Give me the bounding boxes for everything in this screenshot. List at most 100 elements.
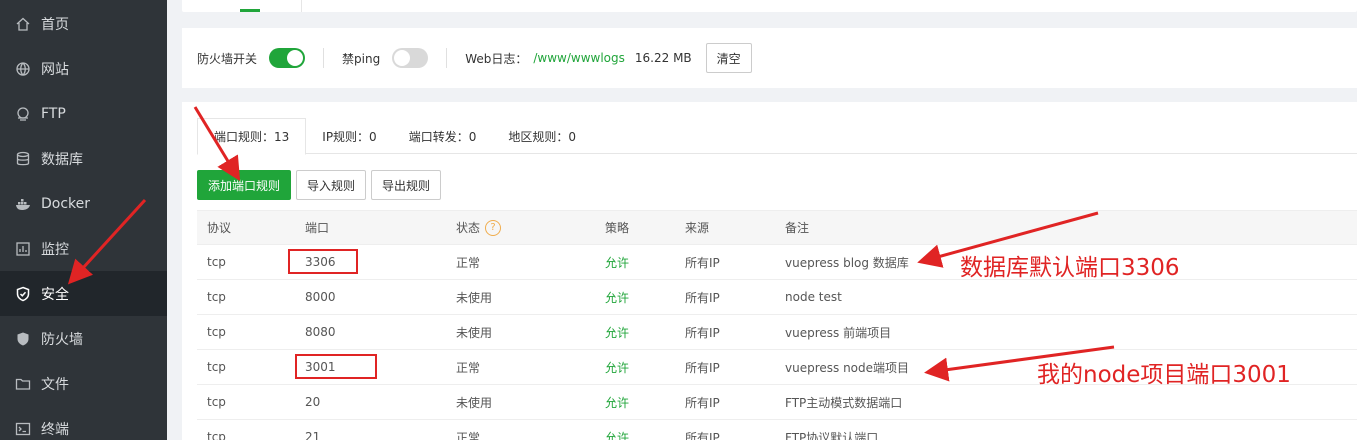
port-rules-table: 协议 端口 状态? 策略 来源 备注 tcp 3306 正常 允许 所有IP v… bbox=[197, 210, 1357, 440]
weblog-size: 16.22 MB bbox=[634, 51, 692, 65]
tab-label: 端口转发：0 bbox=[408, 129, 477, 144]
table-row[interactable]: tcp 21 正常 允许 所有IP FTP协议默认端口 bbox=[197, 420, 1357, 440]
cell-policy[interactable]: 允许 bbox=[595, 429, 675, 440]
active-tab-indicator bbox=[240, 9, 260, 12]
sidebar-item-docker[interactable]: Docker bbox=[0, 181, 167, 226]
divider bbox=[446, 48, 448, 68]
database-icon bbox=[14, 150, 32, 168]
cell-policy[interactable]: 允许 bbox=[595, 254, 675, 271]
cell-protocol: tcp bbox=[207, 430, 226, 440]
cell-note[interactable]: FTP协议默认端口 bbox=[775, 429, 1357, 440]
sidebar-item-ftp[interactable]: FTP bbox=[0, 91, 167, 136]
sidebar-item-files[interactable]: 文件 bbox=[0, 361, 167, 406]
sidebar-item-label: 网站 bbox=[41, 61, 69, 78]
cell-source: 所有IP bbox=[685, 290, 720, 305]
sidebar-item-security[interactable]: 安全 bbox=[0, 271, 167, 316]
sidebar-item-label: Docker bbox=[41, 195, 91, 212]
cell-source: 所有IP bbox=[685, 430, 720, 440]
highlight-box bbox=[288, 249, 358, 274]
terminal-icon bbox=[14, 420, 32, 438]
tab-ip-rules[interactable]: IP规则：0 bbox=[306, 118, 392, 154]
table-row[interactable]: tcp 8000 未使用 允许 所有IP node test bbox=[197, 280, 1357, 315]
cell-protocol: tcp bbox=[207, 255, 226, 269]
sidebar-item-label: 防火墙 bbox=[41, 331, 83, 348]
switch-knob bbox=[394, 50, 411, 66]
cell-policy[interactable]: 允许 bbox=[595, 359, 675, 376]
sidebar-item-terminal[interactable]: 终端 bbox=[0, 406, 167, 440]
sidebar-item-database[interactable]: 数据库 bbox=[0, 136, 167, 181]
cell-status: 正常 bbox=[456, 255, 481, 270]
cell-policy[interactable]: 允许 bbox=[595, 324, 675, 341]
ping-switch[interactable] bbox=[392, 48, 429, 68]
sidebar-item-website[interactable]: 网站 bbox=[0, 46, 167, 91]
firewall-shield-icon bbox=[14, 330, 32, 348]
cell-source: 所有IP bbox=[685, 395, 720, 410]
cell-note[interactable]: node test bbox=[775, 290, 1357, 304]
cell-note[interactable]: FTP主动模式数据端口 bbox=[775, 394, 1357, 411]
cell-note[interactable]: vuepress 前端项目 bbox=[775, 324, 1357, 341]
table-header: 协议 端口 状态? 策略 来源 备注 bbox=[197, 210, 1357, 245]
sidebar-item-label: FTP bbox=[41, 105, 66, 122]
add-port-rule-button[interactable]: 添加端口规则 bbox=[197, 170, 292, 200]
ftp-icon bbox=[14, 105, 32, 123]
tab-label: 地区规则：0 bbox=[508, 129, 576, 144]
highlight-box bbox=[295, 354, 377, 379]
tab-port-forward[interactable]: 端口转发：0 bbox=[393, 118, 493, 154]
switch-knob bbox=[287, 50, 304, 66]
clear-log-button[interactable]: 清空 bbox=[705, 43, 752, 73]
rules-panel: 端口规则：13 IP规则：0 端口转发：0 地区规则：0 添加端口规则 导入规则… bbox=[182, 102, 1357, 440]
shield-icon bbox=[14, 285, 32, 303]
sidebar-item-firewall[interactable]: 防火墙 bbox=[0, 316, 167, 361]
tab-label: 端口规则：13 bbox=[214, 130, 290, 144]
cell-status: 未使用 bbox=[456, 325, 493, 340]
rule-actions: 添加端口规则 导入规则 导出规则 bbox=[197, 170, 446, 200]
table-row[interactable]: tcp 3306 正常 允许 所有IP vuepress blog 数据库 bbox=[197, 245, 1357, 280]
rules-tabs: 端口规则：13 IP规则：0 端口转发：0 地区规则：0 bbox=[197, 118, 1357, 155]
sidebar-item-label: 首页 bbox=[41, 16, 69, 33]
cell-policy[interactable]: 允许 bbox=[595, 289, 675, 306]
sidebar: 首页 网站 FTP 数据库 Docker 监控 安全 防火墙 文件 终端 bbox=[0, 0, 167, 440]
home-icon bbox=[14, 15, 32, 33]
cell-port: 8000 bbox=[305, 290, 336, 304]
sidebar-item-label: 监控 bbox=[41, 241, 69, 258]
export-rules-button[interactable]: 导出规则 bbox=[371, 170, 442, 200]
divider bbox=[301, 0, 302, 12]
sidebar-item-home[interactable]: 首页 bbox=[0, 1, 167, 46]
cell-port: 21 bbox=[305, 430, 321, 440]
globe-icon bbox=[14, 60, 32, 78]
cell-protocol: tcp bbox=[207, 325, 226, 339]
import-rules-button[interactable]: 导入规则 bbox=[296, 170, 367, 200]
cell-protocol: tcp bbox=[207, 395, 226, 409]
cell-policy[interactable]: 允许 bbox=[595, 394, 675, 411]
firewall-switch[interactable] bbox=[269, 48, 306, 68]
column-header: 来源 bbox=[685, 221, 710, 235]
cell-status: 未使用 bbox=[456, 395, 493, 410]
column-header: 协议 bbox=[207, 221, 232, 235]
cell-port: 8080 bbox=[305, 325, 336, 339]
sidebar-item-label: 文件 bbox=[41, 376, 69, 393]
monitor-icon bbox=[14, 240, 32, 258]
cell-source: 所有IP bbox=[685, 360, 720, 375]
sidebar-item-label: 终端 bbox=[41, 421, 69, 438]
table-row[interactable]: tcp 20 未使用 允许 所有IP FTP主动模式数据端口 bbox=[197, 385, 1357, 420]
table-row[interactable]: tcp 8080 未使用 允许 所有IP vuepress 前端项目 bbox=[197, 315, 1357, 350]
cell-source: 所有IP bbox=[685, 255, 720, 270]
cell-status: 未使用 bbox=[456, 290, 493, 305]
folder-icon bbox=[14, 375, 32, 393]
divider bbox=[323, 48, 325, 68]
tab-port-rules[interactable]: 端口规则：13 bbox=[197, 118, 307, 155]
ping-switch-label: 禁ping bbox=[342, 51, 381, 66]
top-tab-strip bbox=[182, 0, 1357, 12]
weblog-path-link[interactable]: /www/wwwlogs bbox=[533, 51, 625, 65]
sidebar-item-label: 安全 bbox=[41, 286, 69, 303]
help-icon[interactable]: ? bbox=[485, 219, 502, 236]
docker-icon bbox=[14, 195, 32, 213]
cell-protocol: tcp bbox=[207, 360, 226, 374]
tab-region-rules[interactable]: 地区规则：0 bbox=[492, 118, 592, 154]
tab-label: IP规则：0 bbox=[322, 129, 377, 144]
sidebar-item-monitor[interactable]: 监控 bbox=[0, 226, 167, 271]
sidebar-item-label: 数据库 bbox=[41, 151, 83, 168]
cell-protocol: tcp bbox=[207, 290, 226, 304]
column-header: 策略 bbox=[605, 221, 630, 235]
firewall-switch-label: 防火墙开关 bbox=[197, 51, 258, 66]
